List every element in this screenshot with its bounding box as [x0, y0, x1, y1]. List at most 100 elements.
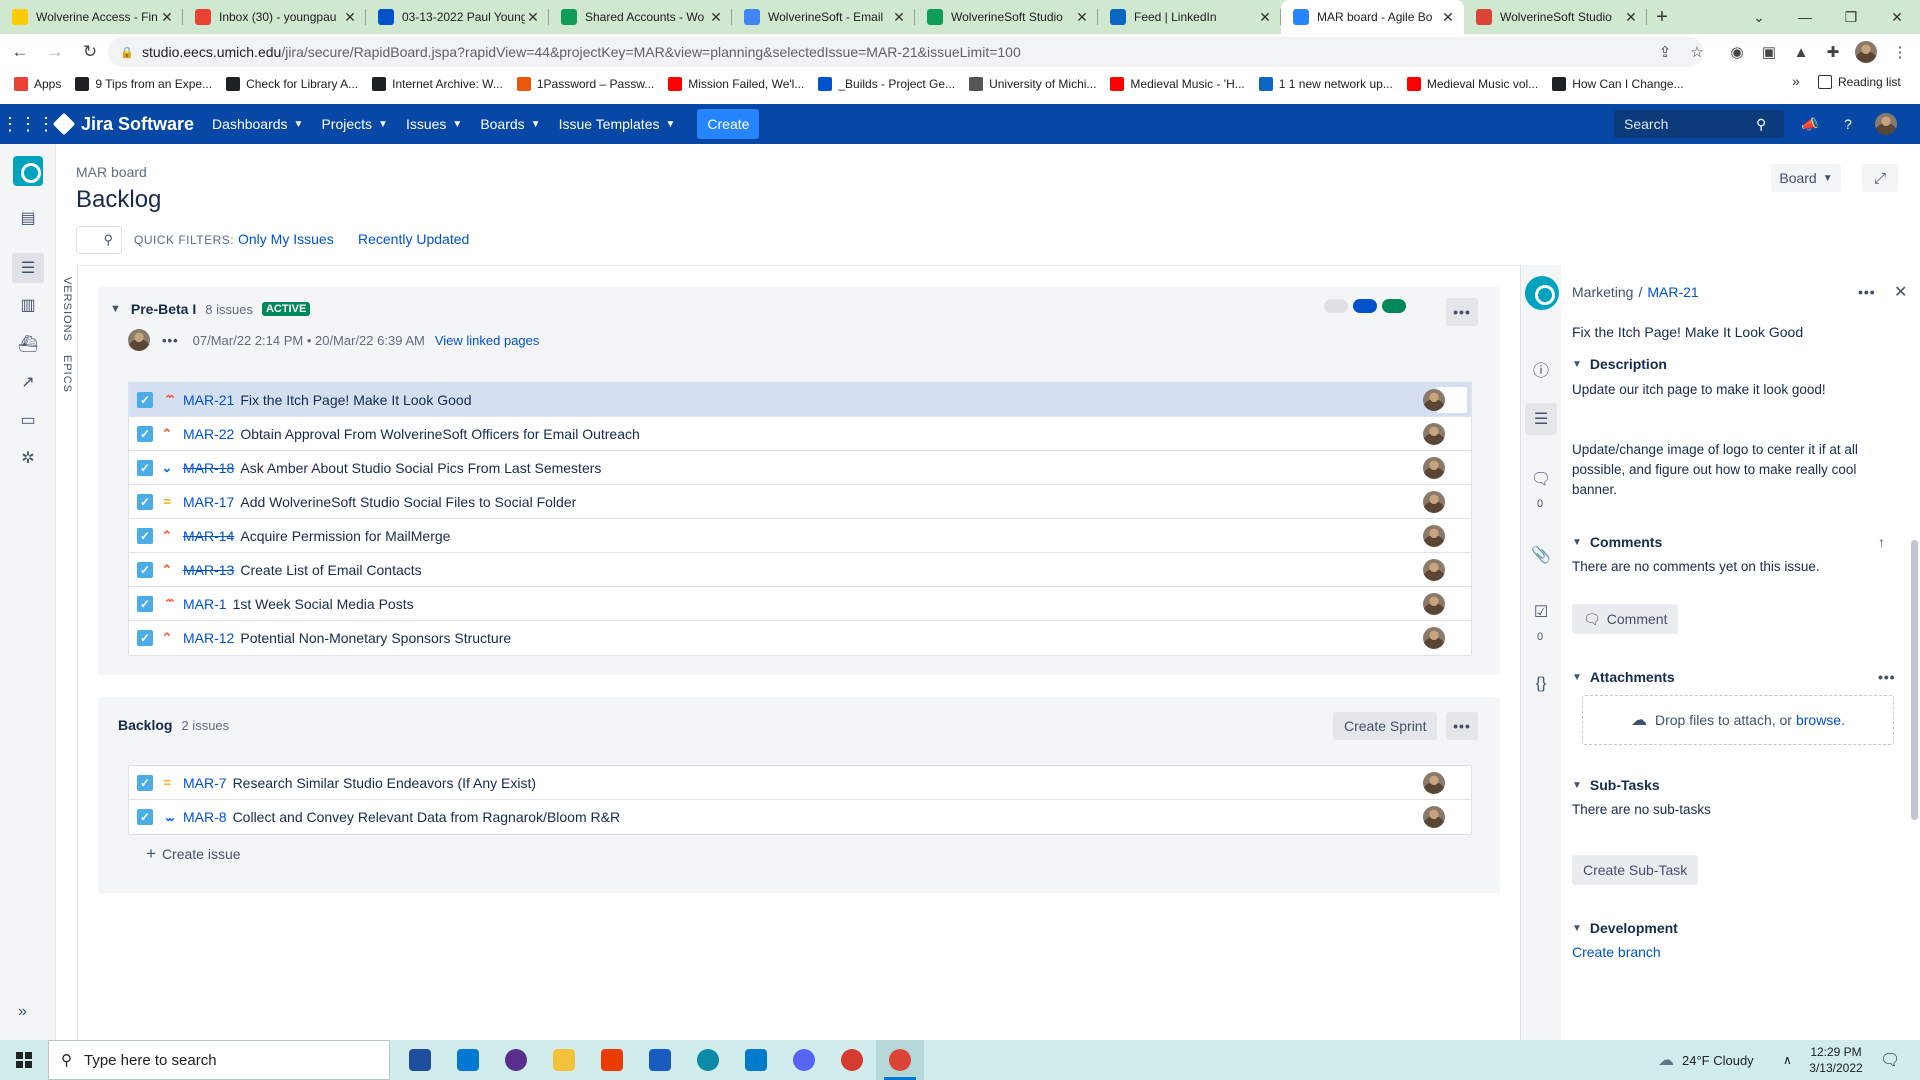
- profile-avatar[interactable]: [1855, 41, 1877, 63]
- assignee-avatar[interactable]: [1423, 423, 1445, 445]
- backlog-search-input[interactable]: ⚲: [76, 226, 122, 254]
- taskbar-app[interactable]: [588, 1040, 636, 1080]
- issue-key[interactable]: MAR-14: [183, 528, 234, 544]
- description-heading[interactable]: ▼ Description: [1572, 356, 1667, 372]
- backlog-icon[interactable]: ☰: [12, 253, 44, 283]
- create-subtask-button[interactable]: Create Sub-Task: [1572, 855, 1699, 885]
- issue-row[interactable]: ✓ ⌄⌄ MAR-8 Collect and Convey Relevant Data…: [129, 800, 1471, 834]
- close-tab-icon[interactable]: ✕: [525, 9, 541, 26]
- bookmark-item[interactable]: University of Michi...: [969, 77, 1096, 91]
- bookmark-item[interactable]: Medieval Music vol...: [1406, 77, 1538, 91]
- project-avatar[interactable]: [13, 156, 43, 186]
- bookmark-item[interactable]: Medieval Music - 'H...: [1110, 77, 1245, 91]
- bookmark-item[interactable]: _Builds - Project Ge...: [818, 77, 955, 91]
- attachments-heading[interactable]: ▼ Attachments: [1572, 669, 1675, 685]
- issue-key[interactable]: MAR-17: [183, 494, 234, 510]
- notification-center-icon[interactable]: 🗨: [1880, 1040, 1900, 1080]
- issue-row[interactable]: ✓ = MAR-7 Research Similar Studio Endeavors…: [129, 766, 1471, 800]
- nav-menu-projects[interactable]: Projects ▼: [321, 116, 387, 132]
- issue-row[interactable]: ✓ ⌃ MAR-12 Potential Non-Monetary Sponsors …: [129, 621, 1471, 655]
- star-icon[interactable]: ☆: [1687, 42, 1707, 62]
- taskbar-app[interactable]: [444, 1040, 492, 1080]
- roadmap-icon[interactable]: ▤: [16, 206, 40, 230]
- new-tab-icon[interactable]: +: [1647, 0, 1677, 34]
- checklist-icon[interactable]: ☑: [1529, 600, 1553, 624]
- start-button[interactable]: [0, 1040, 48, 1080]
- taskbar-clock[interactable]: 12:29 PM 3/13/2022: [1796, 1044, 1876, 1076]
- filter-only-my-issues[interactable]: Only My Issues: [238, 231, 334, 247]
- browser-tab[interactable]: WolverineSoft - Email ✕: [732, 0, 915, 34]
- browser-tab[interactable]: Wolverine Access - Fin ✕: [0, 0, 183, 34]
- assignee-avatar[interactable]: [1423, 806, 1445, 828]
- close-tab-icon[interactable]: ✕: [159, 9, 175, 26]
- sprint-header[interactable]: ▼ Pre-Beta I 8 issues ACTIVE: [110, 301, 311, 317]
- taskbar-app[interactable]: [780, 1040, 828, 1080]
- backlog-more-button[interactable]: •••: [1446, 712, 1478, 740]
- more-bookmarks-icon[interactable]: »: [1792, 73, 1800, 89]
- extension-icon[interactable]: ▣: [1759, 42, 1779, 62]
- address-bar[interactable]: 🔒 studio.eecs.umich.edu/jira/secure/Rapi…: [108, 37, 1704, 67]
- browser-tab[interactable]: 03-13-2022 Paul Young ✕: [366, 0, 549, 34]
- browser-tab[interactable]: Feed | LinkedIn ✕: [1098, 0, 1281, 34]
- create-issue-button[interactable]: + Create issue: [146, 844, 241, 864]
- sort-arrow-icon[interactable]: ↑: [1878, 534, 1885, 550]
- create-branch-link[interactable]: Create branch: [1572, 944, 1661, 960]
- assignee-avatar[interactable]: [1423, 491, 1445, 513]
- browser-tab[interactable]: Inbox (30) - youngpau ✕: [183, 0, 366, 34]
- browser-menu-icon[interactable]: ⋮: [1890, 42, 1910, 62]
- fullscreen-icon[interactable]: ⤢: [1862, 164, 1898, 192]
- chevron-down-icon[interactable]: ▼: [110, 303, 121, 315]
- avatar[interactable]: [128, 329, 150, 351]
- issue-key[interactable]: MAR-18: [183, 460, 234, 476]
- assignee-avatar[interactable]: [1423, 559, 1445, 581]
- issue-key[interactable]: MAR-7: [183, 775, 227, 791]
- close-icon[interactable]: ✕: [1894, 282, 1907, 302]
- create-sprint-button[interactable]: Create Sprint: [1333, 712, 1438, 740]
- view-linked-pages-link[interactable]: View linked pages: [435, 333, 540, 348]
- bookmark-item[interactable]: Internet Archive: W...: [372, 77, 503, 91]
- assignee-avatar[interactable]: [1423, 593, 1445, 615]
- comment-button[interactable]: 🗨 Comment: [1572, 604, 1679, 634]
- nav-menu-dashboards[interactable]: Dashboards ▼: [212, 116, 303, 132]
- code-icon[interactable]: {}: [1529, 672, 1553, 696]
- taskbar-app[interactable]: [540, 1040, 588, 1080]
- issue-key[interactable]: MAR-22: [183, 426, 234, 442]
- issue-row[interactable]: ✓ ⌃⌃ MAR-21 Fix the Itch Page! Make It Look…: [129, 383, 1471, 417]
- info-icon[interactable]: ⓘ: [1529, 357, 1553, 381]
- issue-row[interactable]: ✓ ⌄ MAR-18 Ask Amber About Studio Social Pi…: [129, 451, 1471, 485]
- create-button[interactable]: Create: [697, 109, 760, 139]
- app-switcher-icon[interactable]: ⋮⋮⋮: [1, 104, 55, 144]
- assignee-avatar[interactable]: [1423, 389, 1445, 411]
- assignee-avatar[interactable]: [1423, 525, 1445, 547]
- detail-scrollbar[interactable]: [1911, 540, 1918, 820]
- back-icon[interactable]: ←: [5, 37, 35, 67]
- more-icon[interactable]: •••: [162, 333, 179, 348]
- issue-key[interactable]: MAR-21: [183, 392, 234, 408]
- filter-recently-updated[interactable]: Recently Updated: [358, 231, 469, 247]
- reload-icon[interactable]: ↻: [75, 37, 105, 67]
- nav-menu-issues[interactable]: Issues ▼: [406, 116, 462, 132]
- close-tab-icon[interactable]: ✕: [1440, 9, 1456, 26]
- development-heading[interactable]: ▼ Development: [1572, 920, 1678, 936]
- epics-tab[interactable]: EPICS: [61, 355, 73, 393]
- minimize-icon[interactable]: —: [1782, 0, 1828, 34]
- browser-tab[interactable]: WolverineSoft Studio ✕: [1464, 0, 1647, 34]
- browser-tab[interactable]: WolverineSoft Studio ✕: [915, 0, 1098, 34]
- bookmark-item[interactable]: How Can I Change...: [1552, 77, 1684, 91]
- jira-logo[interactable]: Jira Software: [52, 112, 194, 136]
- assignee-avatar[interactable]: [1423, 457, 1445, 479]
- weather-widget[interactable]: ☁ 24°F Cloudy: [1658, 1040, 1754, 1080]
- user-avatar[interactable]: [1875, 113, 1897, 135]
- share-icon[interactable]: ⇪: [1655, 42, 1675, 62]
- bookmark-item[interactable]: Check for Library A...: [226, 77, 358, 91]
- issue-row[interactable]: ✓ = MAR-17 Add WolverineSoft Studio Social …: [129, 485, 1471, 519]
- comment-icon[interactable]: 🗨: [1529, 467, 1553, 491]
- issue-key[interactable]: MAR-13: [183, 562, 234, 578]
- issue-key[interactable]: MAR-12: [183, 630, 234, 646]
- issue-summary[interactable]: Fix the Itch Page! Make It Look Good: [1572, 324, 1803, 340]
- nav-menu-boards[interactable]: Boards ▼: [480, 116, 540, 132]
- reports-icon[interactable]: ↗: [16, 370, 40, 394]
- tray-chevron-icon[interactable]: ∧: [1783, 1040, 1792, 1080]
- assignee-avatar[interactable]: [1423, 772, 1445, 794]
- breadcrumb[interactable]: MAR board: [76, 164, 147, 180]
